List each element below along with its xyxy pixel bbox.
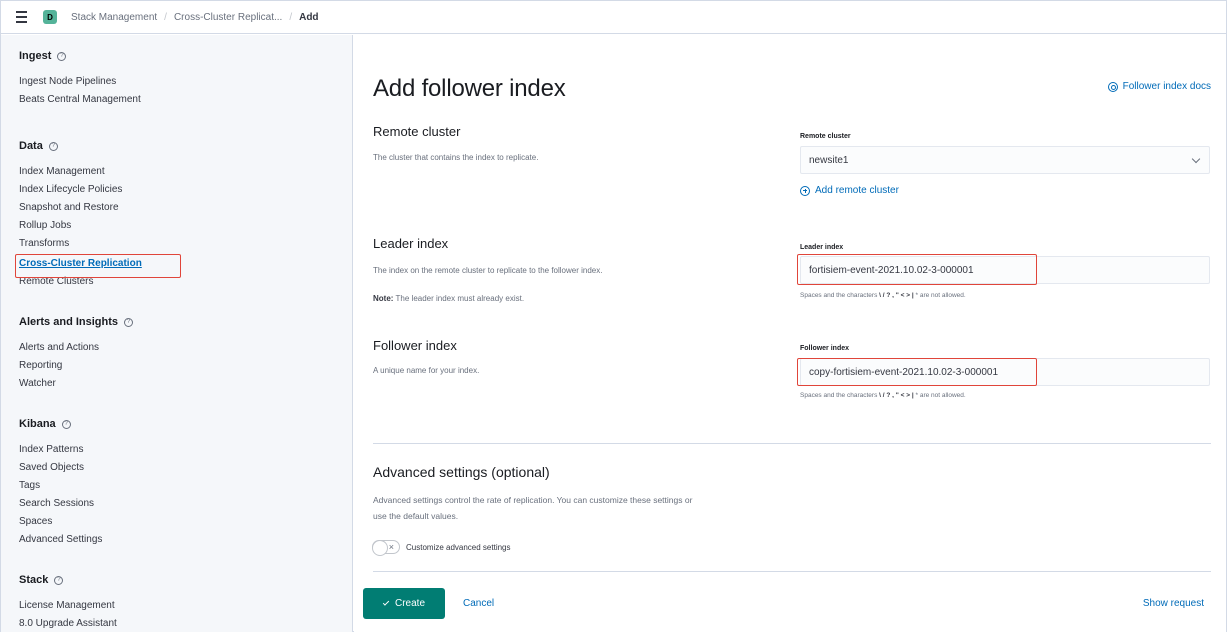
sidebar-item-rollup-jobs[interactable]: Rollup Jobs <box>19 217 352 235</box>
create-button[interactable]: Create <box>363 588 445 619</box>
sidebar-item-alerts-and-actions[interactable]: Alerts and Actions <box>19 339 352 357</box>
follower-index-title: Follower index <box>373 338 457 353</box>
sidebar-item-transforms[interactable]: Transforms <box>19 235 352 253</box>
top-header: D Stack Management / Cross-Cluster Repli… <box>1 1 1226 34</box>
docs-link-label: Follower index docs <box>1122 81 1211 92</box>
sidebar-item-index-lifecycle-policies[interactable]: Index Lifecycle Policies <box>19 181 352 199</box>
app-window: D Stack Management / Cross-Cluster Repli… <box>0 0 1227 632</box>
remote-cluster-value: newsite1 <box>809 154 849 166</box>
advanced-settings-title: Advanced settings (optional) <box>373 464 550 480</box>
remote-cluster-title: Remote cluster <box>373 124 461 139</box>
actions-divider <box>373 571 1211 572</box>
selected-highlight: Cross-Cluster Replication <box>15 254 181 278</box>
follower-index-input[interactable] <box>809 359 1209 385</box>
add-remote-cluster-link[interactable]: Add remote cluster <box>800 185 899 196</box>
main-panel: Add follower index Follower index docs R… <box>354 35 1226 632</box>
nav-group-data: Data? Index Management Index Lifecycle P… <box>15 139 352 291</box>
breadcrumb-current: Add <box>299 11 319 23</box>
nav-group-title: Alerts and Insights? <box>19 315 352 329</box>
leader-index-desc: The index on the remote cluster to repli… <box>373 266 603 275</box>
leader-index-note: Note: The leader index must already exis… <box>373 294 525 303</box>
cancel-button[interactable]: Cancel <box>463 598 494 609</box>
follower-index-docs-link[interactable]: Follower index docs <box>1107 81 1211 92</box>
sidebar-item-index-management[interactable]: Index Management <box>19 163 352 181</box>
leader-index-help: Spaces and the characters \ / ? , " < > … <box>800 292 966 299</box>
follower-index-field[interactable] <box>800 358 1210 386</box>
help-icon[interactable]: ? <box>54 575 64 585</box>
sidebar: Ingest? Ingest Node Pipelines Beats Cent… <box>1 35 353 632</box>
add-remote-cluster-label: Add remote cluster <box>815 185 899 196</box>
leader-index-input[interactable] <box>809 257 1209 283</box>
sidebar-item-beats-central-management[interactable]: Beats Central Management <box>19 91 352 109</box>
help-icon[interactable]: ? <box>61 419 71 429</box>
advanced-settings-desc-line1: Advanced settings control the rate of re… <box>373 495 693 505</box>
chevron-down-icon <box>1191 154 1201 164</box>
sidebar-item-spaces[interactable]: Spaces <box>19 513 352 531</box>
sidebar-item-advanced-settings[interactable]: Advanced Settings <box>19 531 352 549</box>
follower-index-label: Follower index <box>800 345 850 352</box>
advanced-settings-desc-line2: use the default values. <box>373 511 459 521</box>
remote-cluster-select[interactable]: newsite1 <box>800 146 1210 174</box>
nav-group-title: Stack? <box>19 573 352 587</box>
plus-circle-icon <box>800 185 810 196</box>
menu-icon[interactable] <box>11 6 33 28</box>
sidebar-item-cross-cluster-replication[interactable]: Cross-Cluster Replication <box>19 255 142 273</box>
breadcrumb-separator: / <box>164 11 167 23</box>
remote-cluster-label: Remote cluster <box>800 133 851 140</box>
sidebar-item-tags[interactable]: Tags <box>19 477 352 495</box>
advanced-settings-toggle-label: Customize advanced settings <box>406 542 511 552</box>
check-icon <box>382 599 390 606</box>
sidebar-item-ingest-node-pipelines[interactable]: Ingest Node Pipelines <box>19 73 352 91</box>
breadcrumb-ccr[interactable]: Cross-Cluster Replicat... <box>174 12 282 23</box>
nav-group-ingest: Ingest? Ingest Node Pipelines Beats Cent… <box>19 49 352 109</box>
advanced-settings-toggle-row: × Customize advanced settings <box>372 540 511 556</box>
leader-index-title: Leader index <box>373 236 449 251</box>
breadcrumb-stack-management[interactable]: Stack Management <box>71 12 157 23</box>
help-icon[interactable]: ? <box>124 317 134 327</box>
sidebar-item-watcher[interactable]: Watcher <box>19 375 352 393</box>
sidebar-item-saved-objects[interactable]: Saved Objects <box>19 459 352 477</box>
help-circle-icon <box>1107 81 1118 92</box>
nav-group-title: Kibana? <box>19 417 352 431</box>
sidebar-item-license-management[interactable]: License Management <box>19 597 352 615</box>
sidebar-item-reporting[interactable]: Reporting <box>19 357 352 375</box>
remote-cluster-desc: The cluster that contains the index to r… <box>373 153 539 162</box>
help-icon[interactable]: ? <box>57 51 67 61</box>
breadcrumb: Stack Management / Cross-Cluster Replica… <box>71 12 319 23</box>
nav-group-kibana: Kibana? Index Patterns Saved Objects Tag… <box>19 417 352 549</box>
advanced-settings-toggle[interactable]: × <box>372 540 400 556</box>
create-button-label: Create <box>394 598 425 609</box>
page-title: Add follower index <box>373 75 566 102</box>
show-request-button[interactable]: Show request <box>1143 598 1204 609</box>
help-icon[interactable]: ? <box>48 141 58 151</box>
breadcrumb-separator: / <box>289 11 293 23</box>
nav-group-title: Data? <box>19 139 352 153</box>
nav-group-stack: Stack? License Management 8.0 Upgrade As… <box>19 573 352 632</box>
leader-index-label: Leader index <box>800 244 844 251</box>
leader-index-field[interactable] <box>800 256 1210 284</box>
nav-group-title: Ingest? <box>19 49 352 63</box>
sidebar-item-search-sessions[interactable]: Search Sessions <box>19 495 352 513</box>
section-divider <box>373 443 1211 444</box>
space-avatar[interactable]: D <box>43 10 57 24</box>
nav-group-alerts: Alerts and Insights? Alerts and Actions … <box>19 315 352 393</box>
sidebar-item-upgrade-assistant[interactable]: 8.0 Upgrade Assistant <box>19 615 352 632</box>
follower-index-desc: A unique name for your index. <box>373 366 480 375</box>
close-icon: × <box>388 542 394 552</box>
sidebar-item-snapshot-and-restore[interactable]: Snapshot and Restore <box>19 199 352 217</box>
follower-index-help: Spaces and the characters \ / ? , " < > … <box>800 392 966 399</box>
sidebar-item-index-patterns[interactable]: Index Patterns <box>19 441 352 459</box>
